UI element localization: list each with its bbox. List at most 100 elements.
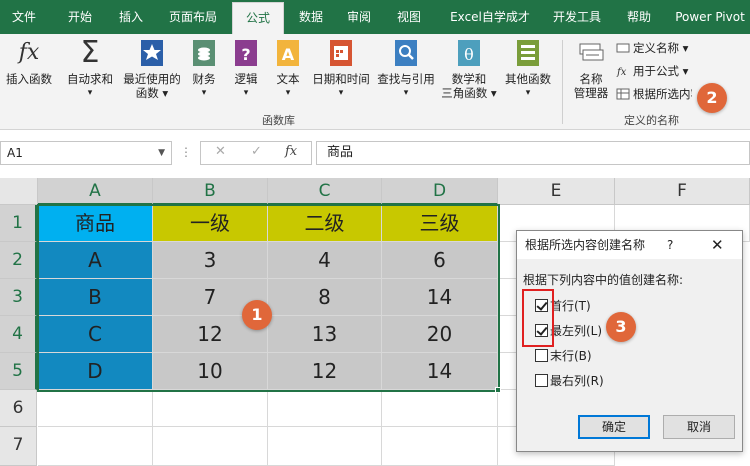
cell-c7[interactable] — [268, 427, 382, 466]
cell-a4[interactable]: C — [38, 316, 153, 353]
column-header-c[interactable]: C — [268, 178, 382, 205]
dialog-prompt: 根据下列内容中的值创建名称: — [523, 273, 684, 287]
math-trig-button[interactable]: θ 数学和 三角函数 ▾ — [440, 38, 498, 100]
checkbox-unchecked-icon[interactable] — [535, 349, 548, 362]
tab-formulas[interactable]: 公式 — [232, 2, 284, 34]
tab-view[interactable]: 视图 — [388, 0, 430, 34]
drag-handle-icon[interactable]: ⋮ — [180, 145, 192, 159]
row-header-5[interactable]: 5 — [0, 353, 37, 390]
cell-a7[interactable] — [38, 427, 153, 466]
create-from-selection-button[interactable]: 根据所选内容创建 — [616, 86, 692, 102]
tab-developer[interactable]: 开发工具 — [544, 0, 610, 34]
financial-button[interactable]: 财务 ▾ — [186, 38, 222, 100]
cell-d1[interactable]: 三级 — [382, 205, 498, 242]
group-label-function-library: 函数库 — [262, 114, 295, 127]
ok-button[interactable]: 确定 — [578, 415, 650, 439]
row-header-7[interactable]: 7 — [0, 427, 37, 466]
cell-d6[interactable] — [382, 390, 498, 427]
name-tags-icon — [577, 38, 605, 68]
insert-function-icon[interactable]: fx — [285, 144, 297, 159]
tab-file[interactable]: 文件 — [0, 0, 48, 34]
use-in-formula-button[interactable]: fx 用于公式 ▾ — [616, 63, 688, 79]
cell-c1[interactable]: 二级 — [268, 205, 382, 242]
fill-handle[interactable] — [495, 387, 501, 393]
recently-used-button[interactable]: 最近使用的 函数 ▾ — [120, 38, 184, 100]
cell-b6[interactable] — [153, 390, 268, 427]
star-book-icon — [138, 38, 166, 68]
tab-power-pivot[interactable]: Power Pivot — [670, 0, 750, 34]
calendar-book-icon — [327, 38, 355, 68]
grid-selection-icon — [616, 88, 630, 100]
tab-review[interactable]: 审阅 — [338, 0, 380, 34]
cell-d5[interactable]: 14 — [382, 353, 498, 390]
column-header-f[interactable]: F — [615, 178, 750, 205]
ribbon-separator — [562, 40, 563, 124]
date-time-button[interactable]: 日期和时间 ▾ — [310, 38, 372, 100]
text-book-icon: A — [274, 38, 302, 68]
cell-b1[interactable]: 一级 — [153, 205, 268, 242]
cell-c5[interactable]: 12 — [268, 353, 382, 390]
formula-input[interactable]: 商品 — [316, 141, 750, 165]
more-functions-button[interactable]: 其他函数 ▾ — [500, 38, 556, 100]
formula-bar: A1 ▼ ⋮ ✕ ✓ fx 商品 — [0, 131, 750, 175]
name-manager-button[interactable]: 名称 管理器 — [568, 38, 614, 100]
select-all-corner[interactable] — [0, 178, 38, 205]
lookup-reference-button[interactable]: 查找与引用 ▾ — [374, 38, 438, 100]
column-header-b[interactable]: B — [153, 178, 268, 205]
cell-a6[interactable] — [38, 390, 153, 427]
cancel-icon[interactable]: ✕ — [215, 144, 226, 159]
logical-button[interactable]: ? 逻辑 ▾ — [228, 38, 264, 100]
chevron-down-icon: ▼ — [158, 148, 165, 158]
cell-a5[interactable]: D — [38, 353, 153, 390]
group-label-defined-names: 定义的名称 — [624, 114, 679, 127]
cell-d2[interactable]: 6 — [382, 242, 498, 279]
close-icon[interactable]: ✕ — [711, 231, 724, 259]
row-header-4[interactable]: 4 — [0, 316, 37, 353]
magnifier-book-icon — [392, 38, 420, 68]
cell-a1[interactable]: 商品 — [38, 205, 153, 242]
checkbox-right-column[interactable]: 最右列(R) — [535, 374, 604, 390]
tab-excel-self-study[interactable]: Excel自学成才 — [440, 0, 540, 34]
cell-b2[interactable]: 3 — [153, 242, 268, 279]
insert-function-button[interactable]: fx 插入函数 — [2, 38, 56, 86]
tab-help[interactable]: 帮助 — [616, 0, 662, 34]
tab-page-layout[interactable]: 页面布局 — [160, 0, 226, 34]
fx-icon: fx — [18, 40, 40, 65]
column-header-a[interactable]: A — [38, 178, 153, 205]
dialog-title-bar: 根据所选内容创建名称 ? ✕ — [517, 231, 742, 259]
cell-d7[interactable] — [382, 427, 498, 466]
column-header-e[interactable]: E — [498, 178, 615, 205]
help-icon[interactable]: ? — [667, 231, 673, 259]
cell-c6[interactable] — [268, 390, 382, 427]
text-button[interactable]: A 文本 ▾ — [270, 38, 306, 100]
cell-c3[interactable]: 8 — [268, 279, 382, 316]
cell-a2[interactable]: A — [38, 242, 153, 279]
autosum-button[interactable]: Σ 自动求和 ▾ — [62, 38, 118, 100]
checkbox-unchecked-icon[interactable] — [535, 374, 548, 387]
annotation-badge-3: 3 — [606, 312, 636, 342]
row-header-6[interactable]: 6 — [0, 390, 37, 427]
tab-home[interactable]: 开始 — [56, 0, 104, 34]
cell-a3[interactable]: B — [38, 279, 153, 316]
column-header-d[interactable]: D — [382, 178, 498, 205]
tab-insert[interactable]: 插入 — [110, 0, 152, 34]
question-book-icon: ? — [232, 38, 260, 68]
row-header-2[interactable]: 2 — [0, 242, 37, 279]
cell-d3[interactable]: 14 — [382, 279, 498, 316]
svg-text:θ: θ — [464, 45, 474, 64]
name-tag-icon — [616, 42, 630, 54]
cell-d4[interactable]: 20 — [382, 316, 498, 353]
cancel-button[interactable]: 取消 — [663, 415, 735, 439]
cell-b7[interactable] — [153, 427, 268, 466]
define-name-button[interactable]: 定义名称 ▾ — [616, 40, 688, 56]
tab-data[interactable]: 数据 — [290, 0, 332, 34]
cell-c2[interactable]: 4 — [268, 242, 382, 279]
financial-book-icon — [190, 38, 218, 68]
row-header-3[interactable]: 3 — [0, 279, 37, 316]
name-box[interactable]: A1 ▼ — [0, 141, 172, 165]
enter-icon[interactable]: ✓ — [251, 144, 262, 159]
row-header-1[interactable]: 1 — [0, 205, 37, 242]
cell-b5[interactable]: 10 — [153, 353, 268, 390]
cell-c4[interactable]: 13 — [268, 316, 382, 353]
checkbox-bottom-row[interactable]: 末行(B) — [535, 349, 592, 365]
